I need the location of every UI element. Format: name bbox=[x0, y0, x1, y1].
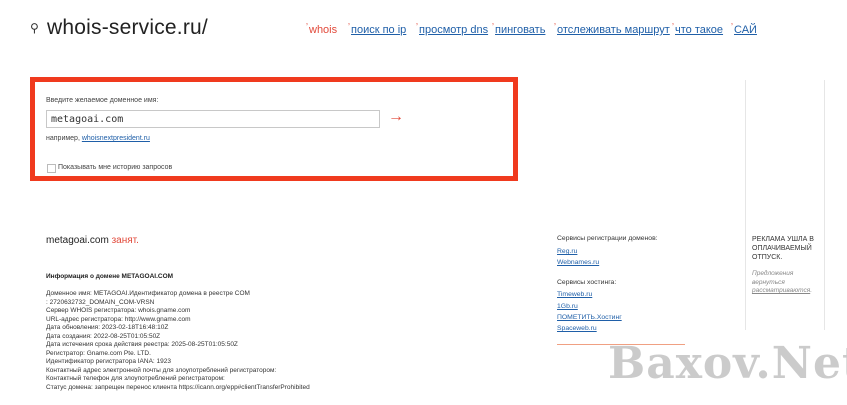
watermark: Baxov.Net bbox=[608, 338, 847, 389]
nav-tick-icon: ʼ bbox=[306, 22, 308, 32]
service-link-spaceweb[interactable]: Spaceweb.ru bbox=[557, 325, 597, 332]
example-hint: например, whoisnextpresident.ru bbox=[46, 135, 150, 142]
whois-line: : 2720632732_DOMAIN_COM-VRSN bbox=[46, 298, 155, 306]
nav-tick-icon: ʼ bbox=[416, 22, 418, 32]
nav-label: пинговать bbox=[495, 24, 546, 36]
nav-dns[interactable]: ʼпросмотр dns bbox=[416, 22, 488, 36]
whois-line: Статус домена: запрещен перенос клиента … bbox=[46, 383, 310, 391]
search-label: Введите желаемое доменное имя: bbox=[46, 97, 159, 104]
whois-line: Регистратор: Gname.com Pte. LTD. bbox=[46, 349, 151, 357]
domain-result: metagoai.com занят. bbox=[46, 235, 139, 246]
registration-services-heading: Сервисы регистрации доменов: bbox=[557, 235, 658, 242]
nav-tick-icon: ʼ bbox=[731, 22, 733, 32]
nav-label: что такое bbox=[675, 24, 724, 36]
nav-label: отслеживать маршрут bbox=[557, 24, 670, 36]
service-link-1gb[interactable]: 1Gb.ru bbox=[557, 303, 578, 310]
submit-arrow-icon[interactable]: → bbox=[388, 108, 404, 126]
result-status: занят. bbox=[111, 235, 139, 246]
nav-what-is[interactable]: ʼчто такое bbox=[672, 22, 723, 36]
domain-search-input[interactable] bbox=[46, 110, 380, 128]
info-heading: Информация о домене METAGOAI.COM bbox=[46, 273, 174, 280]
whois-line: Доменное имя: METAGOAI.Идентификатор дом… bbox=[46, 290, 250, 297]
nav-tick-icon: ʼ bbox=[492, 22, 494, 32]
example-prefix: например, bbox=[46, 135, 82, 142]
nav-site[interactable]: ʼСАЙ bbox=[731, 22, 757, 36]
nav-tick-icon: ʼ bbox=[554, 22, 556, 32]
history-checkbox-label[interactable]: Показывать мне историю запросов bbox=[58, 164, 172, 171]
service-link-timeweb[interactable]: Timeweb.ru bbox=[557, 291, 592, 298]
nav-whois[interactable]: ʼwhois bbox=[306, 22, 337, 36]
whois-line: Дата создания: 2022-08-25T01:05:50Z bbox=[46, 332, 161, 340]
ad-title: РЕКЛАМА УШЛА В ОПЛАЧИВАЕМЫЙ ОТПУСК. bbox=[752, 236, 814, 261]
nav-tick-icon: ʼ bbox=[348, 22, 350, 32]
whois-line: Дата обновления: 2023-02-18T16:48:10Z bbox=[46, 324, 169, 331]
pin-icon: ⚲ bbox=[30, 21, 39, 35]
result-domain: metagoai.com bbox=[46, 235, 109, 246]
nav-ping[interactable]: ʼпинговать bbox=[492, 22, 545, 36]
nav-label: поиск по ip bbox=[351, 24, 407, 36]
whois-line: Дата истечения срока действия реестра: 2… bbox=[46, 341, 238, 348]
ad-note-suffix: . bbox=[810, 287, 813, 294]
whois-line: URL-адрес регистратора: http://www.gname… bbox=[46, 315, 191, 323]
ad-note-prefix: Предложения вернуться bbox=[752, 270, 794, 286]
nav-tick-icon: ʼ bbox=[672, 22, 674, 32]
whois-record: Доменное имя: METAGOAI.Идентификатор дом… bbox=[46, 290, 366, 392]
service-link-hosting[interactable]: ПОМЕТИТЬ.Хостинг bbox=[557, 314, 622, 321]
ad-note-link[interactable]: рассматриваются bbox=[752, 287, 810, 294]
whois-line: Контактный адрес электронной почты для з… bbox=[46, 366, 277, 374]
nav-ip-search[interactable]: ʼпоиск по ip bbox=[348, 22, 406, 36]
service-link-reg[interactable]: Reg.ru bbox=[557, 248, 577, 255]
logo-text: whois-service.ru/ bbox=[47, 16, 208, 39]
nav-label: САЙ bbox=[734, 24, 757, 36]
nav-label: whois bbox=[309, 24, 338, 36]
nav-label: просмотр dns bbox=[419, 24, 489, 36]
history-checkbox[interactable] bbox=[47, 164, 56, 173]
hosting-services-heading: Сервисы хостинга: bbox=[557, 279, 617, 286]
site-logo[interactable]: ⚲ whois-service.ru/ bbox=[30, 16, 208, 40]
whois-line: Идентификатор регистратора IANA: 1923 bbox=[46, 358, 171, 365]
whois-line: Контактный телефон для злоупотреблений р… bbox=[46, 375, 225, 382]
nav-traceroute[interactable]: ʼотслеживать маршрут bbox=[554, 22, 670, 36]
whois-line: Сервер WHOIS регистратора: whois.gname.c… bbox=[46, 307, 191, 314]
service-link-webnames[interactable]: Webnames.ru bbox=[557, 259, 599, 266]
example-link[interactable]: whoisnextpresident.ru bbox=[82, 135, 150, 142]
ad-note: Предложения вернуться рассматриваются. bbox=[752, 270, 822, 296]
